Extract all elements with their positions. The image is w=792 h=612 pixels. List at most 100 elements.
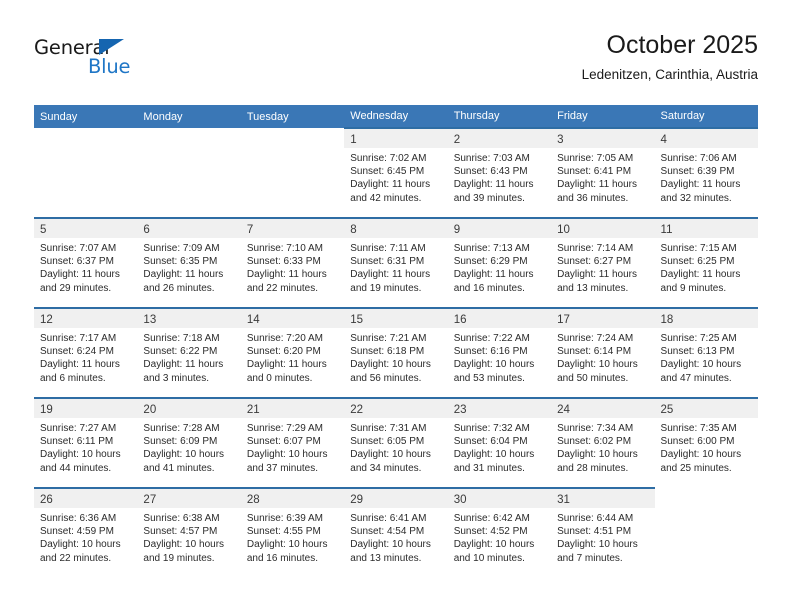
day-details: Sunrise: 7:11 AM Sunset: 6:31 PM Daylight:… xyxy=(344,238,447,295)
daylight-duration-line1: Daylight: 11 hours xyxy=(246,359,327,371)
day-details: Sunrise: 7:25 AM Sunset: 6:13 PM Daylight:… xyxy=(655,328,758,385)
sunrise-time: Sunrise: 7:15 AM xyxy=(660,243,737,254)
sunset-time: Sunset: 4:55 PM xyxy=(246,526,321,538)
sunrise-time: Sunrise: 7:32 AM xyxy=(453,423,530,434)
calendar-body: 1 Sunrise: 7:02 AM Sunset: 6:45 PM Daylight… xyxy=(34,127,758,578)
calendar-day-cell[interactable]: 7 Sunrise: 7:10 AM Sunset: 6:33 PM Daylight… xyxy=(240,217,345,308)
daylight-duration-line1: Daylight: 10 hours xyxy=(660,359,742,371)
calendar-cell-empty xyxy=(34,128,138,218)
title-block: October 2025 Ledenitzen, Carinthia, Aust… xyxy=(582,30,758,85)
day-number: 12 xyxy=(40,314,53,326)
day-details: Sunrise: 7:03 AM Sunset: 6:43 PM Daylight:… xyxy=(448,148,551,205)
calendar-day-cell[interactable]: 18 Sunrise: 7:25 AM Sunset: 6:13 PM Dayligh… xyxy=(654,307,758,398)
calendar-day-cell[interactable]: 27 Sunrise: 6:38 AM Sunset: 4:57 PM Dayligh… xyxy=(137,487,241,578)
day-details: Sunrise: 7:21 AM Sunset: 6:18 PM Daylight:… xyxy=(344,328,447,385)
sunset-time: Sunset: 6:39 PM xyxy=(660,166,735,178)
calendar-day-cell[interactable]: 26 Sunrise: 6:36 AM Sunset: 4:59 PM Dayligh… xyxy=(34,487,138,578)
day-number: 21 xyxy=(246,404,260,416)
sunset-time: Sunset: 6:43 PM xyxy=(453,166,528,178)
day-number: 15 xyxy=(350,314,364,326)
general-blue-logo: General Blue xyxy=(34,36,154,86)
weekday-header-row: Sunday Monday Tuesday Wednesday Thursday… xyxy=(34,105,758,128)
daylight-duration-line1: Daylight: 10 hours xyxy=(557,539,638,551)
calendar-day-cell[interactable]: 1 Sunrise: 7:02 AM Sunset: 6:45 PM Daylight… xyxy=(344,127,448,218)
daylight-duration-line1: Daylight: 10 hours xyxy=(350,359,431,371)
sunrise-time: Sunrise: 7:05 AM xyxy=(557,153,634,164)
weekday-header-tuesday: Tuesday xyxy=(240,105,345,128)
sunrise-time: Sunrise: 7:18 AM xyxy=(143,333,220,344)
day-details: Sunrise: 7:05 AM Sunset: 6:41 PM Daylight:… xyxy=(551,148,654,205)
day-details: Sunrise: 7:14 AM Sunset: 6:27 PM Daylight:… xyxy=(551,238,654,295)
sunset-time: Sunset: 6:02 PM xyxy=(557,436,632,448)
daylight-duration-line2: and 0 minutes. xyxy=(246,372,313,384)
calendar-day-cell[interactable]: 16 Sunrise: 7:22 AM Sunset: 6:16 PM Dayligh… xyxy=(447,307,552,398)
calendar-day-cell[interactable]: 4 Sunrise: 7:06 AM Sunset: 6:39 PM Daylight… xyxy=(654,127,758,218)
calendar-day-cell[interactable]: 31 Sunrise: 6:44 AM Sunset: 4:51 PM Dayligh… xyxy=(551,487,655,578)
daylight-duration-line1: Daylight: 10 hours xyxy=(557,359,638,371)
sunrise-time: Sunrise: 7:35 AM xyxy=(660,423,737,434)
calendar-cell-empty xyxy=(137,128,241,218)
day-number: 25 xyxy=(660,404,674,416)
daylight-duration-line2: and 19 minutes. xyxy=(350,282,422,294)
calendar-day-cell[interactable]: 10 Sunrise: 7:14 AM Sunset: 6:27 PM Dayligh… xyxy=(551,217,655,308)
day-number-band: 20 xyxy=(137,399,241,418)
calendar-day-cell[interactable]: 3 Sunrise: 7:05 AM Sunset: 6:41 PM Daylight… xyxy=(551,127,655,218)
calendar-day-cell[interactable]: 13 Sunrise: 7:18 AM Sunset: 6:22 PM Dayligh… xyxy=(137,307,241,398)
calendar-week-row: 5 Sunrise: 7:07 AM Sunset: 6:37 PM Daylight… xyxy=(34,217,758,308)
weekday-header-sunday: Sunday xyxy=(34,105,138,128)
day-number: 14 xyxy=(246,314,260,326)
calendar-day-cell[interactable]: 2 Sunrise: 7:03 AM Sunset: 6:43 PM Daylight… xyxy=(447,127,552,218)
day-number-band: 31 xyxy=(551,489,655,508)
day-details: Sunrise: 7:28 AM Sunset: 6:09 PM Daylight:… xyxy=(137,418,240,475)
sunset-time: Sunset: 6:31 PM xyxy=(350,256,425,268)
calendar-day-cell[interactable]: 15 Sunrise: 7:21 AM Sunset: 6:18 PM Dayligh… xyxy=(344,307,448,398)
calendar-day-cell[interactable]: 23 Sunrise: 7:32 AM Sunset: 6:04 PM Dayligh… xyxy=(447,397,552,488)
daylight-duration-line2: and 39 minutes. xyxy=(453,192,525,204)
day-number-band: 23 xyxy=(447,399,552,418)
sunset-time: Sunset: 4:59 PM xyxy=(40,526,114,538)
calendar-day-cell[interactable]: 30 Sunrise: 6:42 AM Sunset: 4:52 PM Dayligh… xyxy=(447,487,552,578)
calendar-day-cell[interactable]: 29 Sunrise: 6:41 AM Sunset: 4:54 PM Dayligh… xyxy=(344,487,448,578)
daylight-duration-line2: and 56 minutes. xyxy=(350,372,422,384)
day-details: Sunrise: 7:02 AM Sunset: 6:45 PM Daylight:… xyxy=(344,148,447,205)
calendar-day-cell[interactable]: 28 Sunrise: 6:39 AM Sunset: 4:55 PM Dayligh… xyxy=(240,487,345,578)
daylight-duration-line2: and 44 minutes. xyxy=(40,462,112,474)
sunset-time: Sunset: 6:25 PM xyxy=(660,256,735,268)
calendar-day-cell[interactable]: 19 Sunrise: 7:27 AM Sunset: 6:11 PM Dayligh… xyxy=(34,397,138,488)
sunset-time: Sunset: 6:04 PM xyxy=(453,436,528,448)
day-details: Sunrise: 6:39 AM Sunset: 4:55 PM Daylight:… xyxy=(241,508,344,565)
day-details: Sunrise: 6:38 AM Sunset: 4:57 PM Daylight:… xyxy=(137,508,240,565)
sunrise-time: Sunrise: 7:21 AM xyxy=(350,333,427,344)
calendar-day-cell[interactable]: 14 Sunrise: 7:20 AM Sunset: 6:20 PM Dayligh… xyxy=(240,307,345,398)
calendar-day-cell[interactable]: 22 Sunrise: 7:31 AM Sunset: 6:05 PM Dayligh… xyxy=(344,397,448,488)
day-number: 5 xyxy=(40,224,47,236)
calendar-day-cell[interactable]: 25 Sunrise: 7:35 AM Sunset: 6:00 PM Dayligh… xyxy=(654,397,758,488)
calendar-day-cell[interactable]: 24 Sunrise: 7:34 AM Sunset: 6:02 PM Dayligh… xyxy=(551,397,655,488)
daylight-duration-line2: and 31 minutes. xyxy=(453,462,525,474)
day-number: 29 xyxy=(350,494,364,506)
daylight-duration-line1: Daylight: 10 hours xyxy=(246,449,328,461)
daylight-duration-line2: and 22 minutes. xyxy=(246,282,319,294)
calendar-week-row: 26 Sunrise: 6:36 AM Sunset: 4:59 PM Dayligh… xyxy=(34,487,758,578)
day-number-band: 2 xyxy=(447,129,552,148)
calendar-day-cell[interactable]: 8 Sunrise: 7:11 AM Sunset: 6:31 PM Daylight… xyxy=(344,217,448,308)
calendar-day-cell[interactable]: 5 Sunrise: 7:07 AM Sunset: 6:37 PM Daylight… xyxy=(34,217,138,308)
day-number-band: 18 xyxy=(654,309,758,328)
daylight-duration-line2: and 50 minutes. xyxy=(557,372,629,384)
sunset-time: Sunset: 6:24 PM xyxy=(40,346,114,358)
daylight-duration-line2: and 28 minutes. xyxy=(557,462,629,474)
calendar-day-cell[interactable]: 9 Sunrise: 7:13 AM Sunset: 6:29 PM Daylight… xyxy=(447,217,552,308)
daylight-duration-line1: Daylight: 10 hours xyxy=(350,539,431,551)
calendar-day-cell[interactable]: 12 Sunrise: 7:17 AM Sunset: 6:24 PM Dayligh… xyxy=(34,307,138,398)
calendar-day-cell[interactable]: 21 Sunrise: 7:29 AM Sunset: 6:07 PM Dayligh… xyxy=(240,397,345,488)
day-details: Sunrise: 7:35 AM Sunset: 6:00 PM Daylight:… xyxy=(655,418,758,475)
daylight-duration-line2: and 26 minutes. xyxy=(143,282,215,294)
daylight-duration-line2: and 19 minutes. xyxy=(143,552,215,564)
calendar-day-cell[interactable]: 6 Sunrise: 7:09 AM Sunset: 6:35 PM Daylight… xyxy=(137,217,241,308)
calendar-day-cell[interactable]: 17 Sunrise: 7:24 AM Sunset: 6:14 PM Dayligh… xyxy=(551,307,655,398)
day-number-band: 1 xyxy=(344,129,448,148)
weekday-header-friday: Friday xyxy=(551,105,655,128)
daylight-duration-line1: Daylight: 11 hours xyxy=(40,269,120,281)
calendar-day-cell[interactable]: 20 Sunrise: 7:28 AM Sunset: 6:09 PM Dayligh… xyxy=(137,397,241,488)
calendar-day-cell[interactable]: 11 Sunrise: 7:15 AM Sunset: 6:25 PM Dayligh… xyxy=(654,217,758,308)
